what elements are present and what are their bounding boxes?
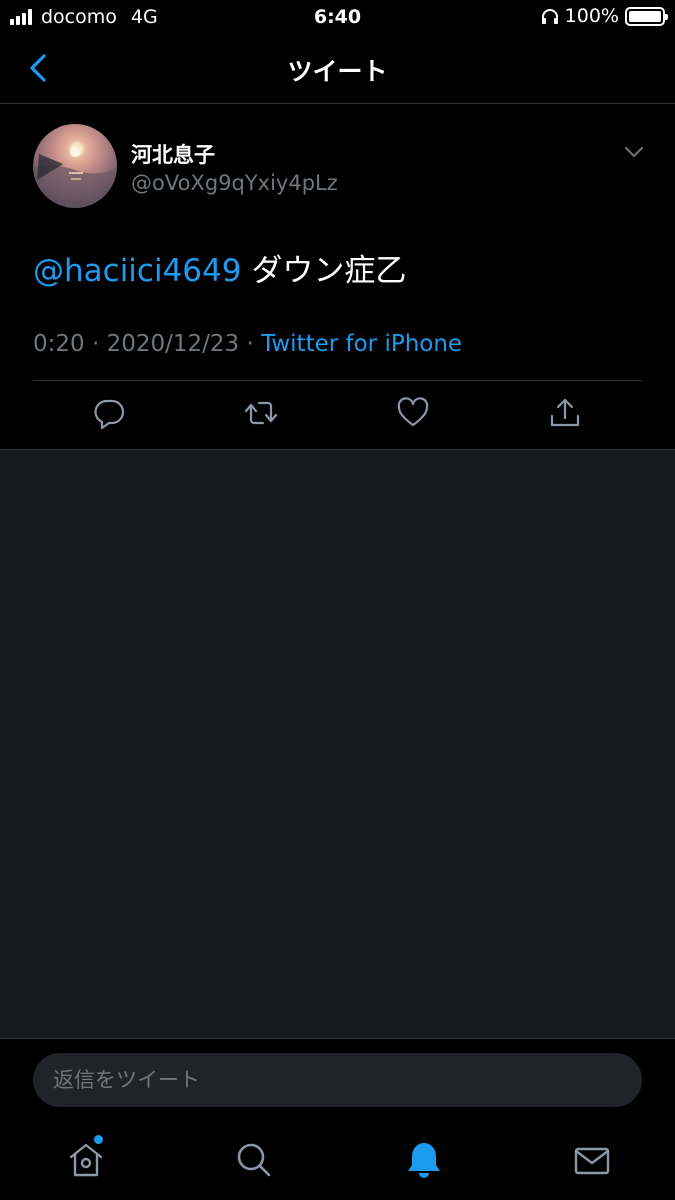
tab-bar (0, 1120, 675, 1200)
tweet-body: ダウン症乙 (241, 253, 407, 289)
mail-icon[interactable] (572, 1140, 612, 1180)
tweet-source-link[interactable]: Twitter for iPhone (261, 331, 462, 357)
avatar-sunset-image (33, 147, 117, 208)
tweet-meta: 0:20 · 2020/12/23 · Twitter for iPhone (33, 331, 462, 357)
home-badge-dot (94, 1135, 103, 1144)
reply-input[interactable]: 返信をツイート (33, 1053, 642, 1107)
battery-icon (625, 6, 668, 26)
mention-link[interactable]: @haciici4649 (33, 253, 241, 289)
status-bar: docomo 4G 6:40 100% (0, 0, 675, 34)
retweet-icon[interactable] (244, 396, 278, 430)
tweet-detail: 河北息子 @oVoXg9qYxiy4pLz @haciici4649 ダウン症乙… (0, 105, 675, 450)
share-icon[interactable] (548, 396, 582, 430)
meta-separator: · (84, 331, 107, 357)
tweet-time: 0:20 (33, 331, 85, 357)
avatar[interactable] (33, 124, 117, 208)
reply-bar: 返信をツイート (0, 1038, 675, 1120)
home-icon[interactable] (66, 1140, 106, 1180)
meta-separator: · (239, 331, 262, 357)
battery-percent: 100% (564, 5, 619, 27)
tweet-text: @haciici4649 ダウン症乙 (33, 245, 406, 290)
nav-bar: ツイート (0, 34, 675, 104)
chevron-down-icon[interactable] (623, 145, 645, 159)
divider (33, 380, 642, 381)
tweet-actions (0, 396, 675, 436)
search-icon[interactable] (234, 1140, 274, 1180)
bell-icon[interactable] (404, 1140, 444, 1180)
author-handle[interactable]: @oVoXg9qYxiy4pLz (131, 171, 338, 195)
tweet-date: 2020/12/23 (106, 331, 240, 357)
reply-bubble-icon[interactable] (92, 396, 126, 430)
heart-icon[interactable] (396, 396, 430, 430)
replies-area (0, 450, 675, 1038)
page-title: ツイート (287, 57, 388, 86)
headphone-icon (541, 9, 558, 24)
status-bar-right: 100% (541, 5, 668, 27)
author-display-name[interactable]: 河北息子 (131, 139, 215, 169)
